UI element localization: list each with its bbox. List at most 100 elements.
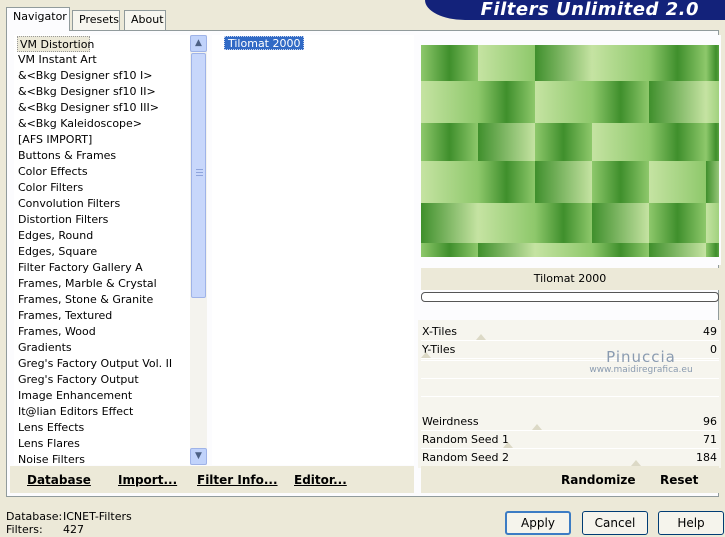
preview-tile <box>421 203 478 243</box>
param-thumb-marker[interactable] <box>502 442 513 448</box>
category-item[interactable]: [AFS IMPORT] <box>15 132 92 148</box>
category-item[interactable]: It@lian Editors Effect <box>15 404 133 420</box>
preview-tile <box>706 203 719 243</box>
param-label: Random Seed 1 <box>422 433 510 446</box>
category-item[interactable]: Convolution Filters <box>15 196 120 212</box>
scroll-up-button[interactable]: ▲ <box>190 35 207 52</box>
category-item[interactable]: Image Enhancement <box>15 388 132 404</box>
preview-tile <box>478 81 535 123</box>
preview-filter-name: Tilomat 2000 <box>533 272 607 285</box>
category-item[interactable]: Greg's Factory Output Vol. II <box>15 356 172 372</box>
param-thumb-marker[interactable] <box>531 424 542 430</box>
editor-button[interactable]: Editor... <box>294 473 347 487</box>
param-slider[interactable]: X-Tiles 49 <box>421 323 719 341</box>
title-banner: Filters Unlimited 2.0 <box>425 0 725 20</box>
preview-tile <box>649 243 706 257</box>
preview-tile <box>535 123 592 161</box>
category-item[interactable]: Edges, Round <box>15 228 93 244</box>
preview-tile <box>592 243 649 257</box>
preview-tile <box>649 203 706 243</box>
database-status-value: ICNET-Filters <box>63 510 132 523</box>
category-item[interactable]: Noise Filters <box>15 452 85 465</box>
param-value: 0 <box>710 343 717 356</box>
category-item[interactable]: Color Effects <box>15 164 88 180</box>
preview-tile <box>535 81 592 123</box>
category-item[interactable]: Buttons & Frames <box>15 148 116 164</box>
watermark-site: www.maidiregrafica.eu <box>589 365 693 375</box>
filter-list[interactable]: Tilomat 2000 <box>212 35 414 465</box>
param-label: Weirdness <box>422 415 479 428</box>
category-scrollbar[interactable]: ▲ ▼ <box>190 35 207 465</box>
preview-tile <box>706 161 719 203</box>
apply-button-label: Apply <box>521 516 555 530</box>
preview-tile <box>592 45 649 81</box>
filter-name-bar: Tilomat 2000 <box>421 268 719 290</box>
category-item[interactable]: Lens Effects <box>15 420 84 436</box>
param-slider[interactable]: Random Seed 2 184 <box>421 449 719 467</box>
category-item[interactable]: Distortion Filters <box>15 212 108 228</box>
apply-button[interactable]: Apply <box>505 511 571 535</box>
preview-tile <box>649 45 706 81</box>
watermark-name: Pinuccia <box>606 348 676 366</box>
category-item[interactable]: Frames, Marble & Crystal <box>15 276 157 292</box>
category-item[interactable]: &<Bkg Designer sf10 I> <box>15 68 153 84</box>
randomize-button[interactable]: Randomize <box>561 473 635 487</box>
cancel-button-label: Cancel <box>594 516 636 530</box>
param-value: 96 <box>703 415 717 428</box>
category-item[interactable]: Frames, Stone & Granite <box>15 292 153 308</box>
tab-about-label: About <box>131 13 164 26</box>
param-slider[interactable]: Weirdness 96 <box>421 413 719 431</box>
preview-tile <box>706 123 719 161</box>
category-item[interactable]: Greg's Factory Output <box>15 372 139 388</box>
tab-about[interactable]: About <box>124 10 166 30</box>
preview-tile <box>592 203 649 243</box>
preview-tile <box>649 123 706 161</box>
filter-info-button[interactable]: Filter Info... <box>197 473 278 487</box>
import-button[interactable]: Import... <box>118 473 177 487</box>
help-button[interactable]: Help <box>658 511 724 535</box>
category-item[interactable]: Lens Flares <box>15 436 80 452</box>
tab-navigator[interactable]: Navigator <box>6 7 70 31</box>
category-item[interactable]: &<Bkg Designer sf10 II> <box>15 84 156 100</box>
reset-button[interactable]: Reset <box>660 473 698 487</box>
category-item[interactable]: Gradients <box>15 340 72 356</box>
preview-tile <box>592 81 649 123</box>
database-status-label: Database: <box>6 510 63 523</box>
filter-item-tilomat[interactable]: Tilomat 2000 <box>224 36 305 50</box>
category-item[interactable]: Frames, Wood <box>15 324 96 340</box>
tab-presets[interactable]: Presets <box>72 10 120 30</box>
cancel-button[interactable]: Cancel <box>582 511 648 535</box>
preview-tile <box>706 243 719 257</box>
param-value: 49 <box>703 325 717 338</box>
help-button-label: Help <box>677 516 705 530</box>
preview-tile <box>649 161 706 203</box>
param-value: 71 <box>703 433 717 446</box>
category-item[interactable]: Filter Factory Gallery A <box>15 260 143 276</box>
scroll-down-button[interactable]: ▼ <box>190 448 207 465</box>
category-item[interactable]: &<Bkg Kaleidoscope> <box>15 116 142 132</box>
param-slider[interactable]: Random Seed 1 71 <box>421 431 719 449</box>
preview-tile <box>478 203 535 243</box>
preview-tile <box>706 81 719 123</box>
category-item[interactable]: VM Distortion <box>17 36 94 52</box>
preview-tile <box>535 203 592 243</box>
preview-tile <box>592 161 649 203</box>
preview-tile <box>649 81 706 123</box>
preview-tile <box>421 243 478 257</box>
param-thumb-marker[interactable] <box>476 334 487 340</box>
empty-param-slot <box>421 378 719 394</box>
category-item[interactable]: VM Instant Art <box>15 52 97 68</box>
filters-count-value: 427 <box>63 523 84 536</box>
category-item[interactable]: Edges, Square <box>15 244 97 260</box>
preview-tile <box>478 45 535 81</box>
scroll-thumb[interactable] <box>191 53 206 298</box>
category-item[interactable]: &<Bkg Designer sf10 III> <box>15 100 159 116</box>
category-list[interactable]: VM Distortion VM Instant Art &<Bkg Designe… <box>14 35 190 465</box>
preview-tile <box>478 123 535 161</box>
preview-tile <box>592 123 649 161</box>
database-button[interactable]: Database <box>27 473 91 487</box>
category-item[interactable]: Frames, Textured <box>15 308 112 324</box>
param-thumb-marker[interactable] <box>421 352 431 358</box>
category-item[interactable]: Color Filters <box>15 180 83 196</box>
param-value: 184 <box>696 451 717 464</box>
